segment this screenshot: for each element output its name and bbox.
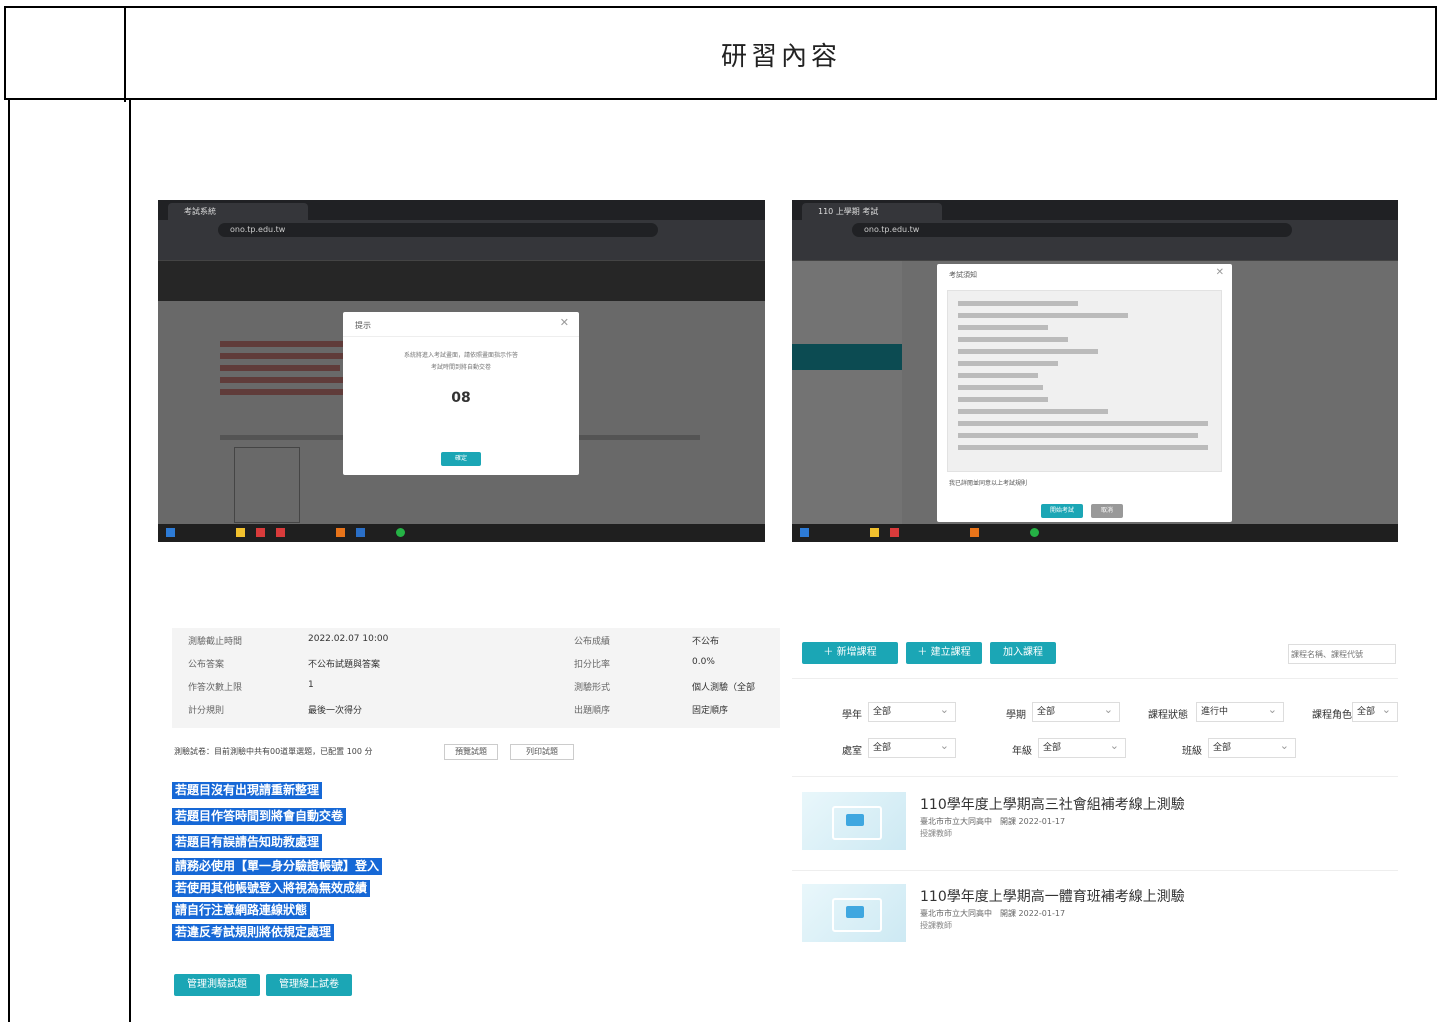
course-card[interactable]: 110學年度上學期高三社會組補考線上測驗 臺北市市立大同高中 開課 2022-0… bbox=[802, 792, 1397, 856]
info-value: 0.0% bbox=[692, 657, 715, 667]
course-role: 授課教師 bbox=[920, 921, 952, 930]
bookmarks-bar bbox=[158, 240, 765, 261]
info-key: 公布成績 bbox=[574, 637, 611, 647]
folder-icon[interactable] bbox=[870, 528, 879, 537]
taskbar bbox=[792, 524, 1398, 542]
info-key: 計分規則 bbox=[188, 706, 225, 716]
info-value: 最後一次得分 bbox=[308, 706, 363, 716]
highlight-line: 若違反考試規則將依規定處理 bbox=[172, 924, 335, 941]
filter-semester[interactable]: 學期 全部 bbox=[1006, 701, 1126, 724]
info-value: 不公布試題與答案 bbox=[308, 660, 381, 670]
table-left-border bbox=[8, 100, 10, 1022]
app-icon[interactable] bbox=[890, 528, 899, 537]
highlight-line: 若題目作答時間到將會自動交卷 bbox=[172, 808, 347, 825]
countdown-number: 08 bbox=[451, 390, 471, 406]
highlight-line: 請自行注意網路連線狀態 bbox=[172, 902, 311, 919]
filter-course-role[interactable]: 課程角色 全部 bbox=[1312, 702, 1398, 724]
filter-office[interactable]: 處室 全部 bbox=[842, 737, 962, 760]
info-key: 出題順序 bbox=[574, 706, 611, 716]
manage-questions-button[interactable]: 管理測驗試題 bbox=[174, 974, 260, 996]
chrome-icon[interactable] bbox=[396, 528, 405, 537]
agree-checkbox[interactable]: 我已詳閱並同意以上考試規則 bbox=[949, 478, 1027, 487]
chrome-icon[interactable] bbox=[1030, 528, 1039, 537]
print-button[interactable]: 列印試題 bbox=[510, 744, 574, 760]
course-meta: 臺北市市立大同高中 開課 2022-01-17 bbox=[920, 817, 1066, 826]
app-icon[interactable] bbox=[970, 528, 979, 537]
course-role: 授課教師 bbox=[920, 829, 952, 838]
exam-info-table: 測驗截止時間 2022.02.07 10:00 公布成績 不公布公布答案 不公布試題與答… bbox=[172, 628, 780, 728]
info-key: 測驗截止時間 bbox=[188, 637, 243, 647]
info-value: 固定順序 bbox=[692, 706, 729, 716]
course-title[interactable]: 110學年度上學期高一體育班補考線上測驗 bbox=[920, 886, 1185, 906]
search-input[interactable] bbox=[1288, 644, 1396, 664]
info-key: 測驗形式 bbox=[574, 683, 611, 693]
info-value: 1 bbox=[308, 680, 314, 690]
close-icon[interactable]: ✕ bbox=[560, 316, 569, 329]
course-thumbnail bbox=[802, 792, 906, 850]
windows-start-icon[interactable] bbox=[800, 528, 809, 537]
address-bar: ono.tp.edu.tw bbox=[852, 223, 1292, 237]
screenshot-exam-countdown: 考試系統 ono.tp.edu.tw 提示 ✕ 系統將進入考試畫面，請依照畫面指… bbox=[158, 200, 765, 542]
app-icon[interactable] bbox=[356, 528, 365, 537]
preview-button[interactable]: 預覽試題 bbox=[444, 744, 498, 760]
rules-modal: 考試須知 ✕ 我已詳閱並同意以上考試規則 開始考試 取消 bbox=[937, 264, 1232, 522]
score-summary: 測驗試卷：目前測驗中共有00道單選題，已配置 100 分 bbox=[174, 747, 373, 756]
course-list-panel: ＋ 新增課程 ＋ 建立課程 加入課程 學年全部 學期全部 課程狀態進行中 課程角… bbox=[792, 630, 1398, 950]
filter-grade[interactable]: 年級 全部 bbox=[1012, 737, 1132, 760]
add-course-button[interactable]: ＋ 新增課程 bbox=[802, 642, 898, 664]
filter-class[interactable]: 班級 全部 bbox=[1182, 737, 1302, 760]
start-exam-button[interactable]: 開始考試 bbox=[1041, 504, 1083, 518]
join-course-button[interactable]: 加入課程 bbox=[990, 642, 1056, 664]
highlight-line: 若使用其他帳號登入將視為無效成績 bbox=[172, 880, 371, 897]
course-thumbnail bbox=[802, 884, 906, 942]
filter-year[interactable]: 學年 全部 bbox=[842, 701, 962, 724]
exam-settings-panel: 測驗截止時間 2022.02.07 10:00 公布成績 不公布公布答案 不公布試題與答… bbox=[172, 628, 780, 1000]
course-meta: 臺北市市立大同高中 開課 2022-01-17 bbox=[920, 909, 1066, 918]
folder-icon[interactable] bbox=[236, 528, 245, 537]
info-key: 扣分比率 bbox=[574, 660, 611, 670]
close-icon[interactable]: ✕ bbox=[1216, 267, 1224, 278]
course-card[interactable]: 110學年度上學期高一體育班補考線上測驗 臺北市市立大同高中 開課 2022-0… bbox=[802, 884, 1397, 948]
countdown-modal: 提示 ✕ 系統將進入考試畫面，請依照畫面指示作答 考試時間到將自動交卷 08 確… bbox=[343, 312, 579, 475]
info-value: 不公布 bbox=[692, 637, 720, 647]
confirm-button[interactable]: 確定 bbox=[441, 452, 481, 466]
table-column-divider bbox=[129, 100, 131, 1022]
info-key: 公布答案 bbox=[188, 660, 225, 670]
manage-papers-button[interactable]: 管理線上試卷 bbox=[266, 974, 352, 996]
create-course-button[interactable]: ＋ 建立課程 bbox=[906, 642, 982, 664]
highlight-line: 若題目有誤請告知助教處理 bbox=[172, 834, 323, 851]
rules-text-box bbox=[947, 290, 1222, 472]
page-title: 研習內容 bbox=[720, 42, 841, 72]
course-title[interactable]: 110學年度上學期高三社會組補考線上測驗 bbox=[920, 794, 1185, 814]
address-bar: ono.tp.edu.tw bbox=[218, 223, 658, 237]
info-value: 2022.02.07 10:00 bbox=[308, 634, 389, 644]
info-value: 個人測驗（全部 bbox=[692, 683, 756, 693]
bookmarks-bar bbox=[792, 240, 1398, 261]
app-icon[interactable] bbox=[336, 528, 345, 537]
taskbar bbox=[158, 524, 765, 542]
browser-tab: 110 上學期 考試 bbox=[802, 203, 942, 220]
windows-start-icon[interactable] bbox=[166, 528, 175, 537]
app-icon[interactable] bbox=[256, 528, 265, 537]
filter-course-status[interactable]: 課程狀態 進行中 bbox=[1148, 701, 1308, 724]
browser-tab: 考試系統 bbox=[168, 203, 308, 220]
screenshot-exam-rules: 110 上學期 考試 ono.tp.edu.tw 考試須知 ✕ 我已詳閱並同意以… bbox=[792, 200, 1398, 542]
cancel-button[interactable]: 取消 bbox=[1091, 504, 1123, 518]
highlight-line: 若題目沒有出現請重新整理 bbox=[172, 782, 323, 799]
highlight-line: 請務必使用【單一身分驗證帳號】登入 bbox=[172, 858, 383, 875]
app-icon[interactable] bbox=[276, 528, 285, 537]
info-key: 作答次數上限 bbox=[188, 683, 243, 693]
